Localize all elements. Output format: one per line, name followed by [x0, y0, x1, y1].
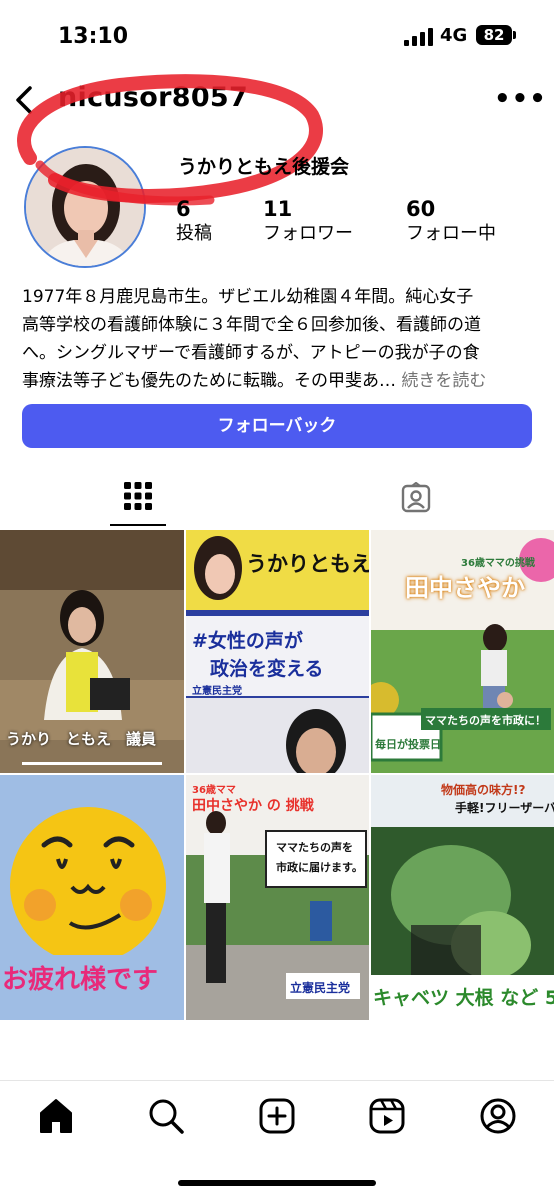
speech-bubble-text: 市政に届けます。: [276, 861, 363, 874]
posts-count[interactable]: 6 投稿: [176, 196, 212, 246]
post-headline: 物価高の味方!?: [441, 783, 526, 797]
post-tile[interactable]: うかりともえ #女性の声が 政治を変える 立憲民主党: [186, 530, 369, 773]
party-name: 立憲民主党: [192, 686, 242, 697]
search-icon[interactable]: [146, 1096, 186, 1136]
post-tagline: 36歳ママ: [192, 785, 236, 796]
follow-back-button[interactable]: フォローバック: [22, 404, 532, 448]
tagged-tab-icon[interactable]: [400, 482, 432, 514]
post-tile[interactable]: うかり ともえ 議員: [0, 530, 184, 773]
grid-tab-icon[interactable]: [124, 482, 152, 510]
candidate-name: 田中さやか: [405, 574, 525, 602]
bio-line: 高等学校の看護師体験に３年間で全６回参加後、看護師の道: [22, 315, 481, 335]
network-type: 4G: [440, 25, 468, 46]
candidate-name: 田中さやか の 挑戦: [192, 798, 314, 814]
post-banner: ママたちの声を市政に！: [425, 714, 546, 727]
party-name: 立憲民主党: [290, 981, 351, 995]
profile-icon[interactable]: [478, 1096, 518, 1136]
poster-slogan: #女性の声が: [192, 630, 303, 652]
stat-value: 11: [263, 197, 293, 221]
followers-count[interactable]: 11 フォロワー: [263, 196, 353, 246]
post-headline: 手軽!フリーザーバ: [455, 801, 554, 815]
battery-icon: 82: [476, 25, 512, 45]
post-tile[interactable]: お疲れ様です: [0, 775, 184, 1020]
post-tile[interactable]: 36歳ママ 田中さやか の 挑戦 ママたちの声を 市政に届けます。 立憲民主党: [186, 775, 369, 1020]
reels-icon[interactable]: [367, 1096, 407, 1136]
stat-value: 60: [406, 197, 436, 221]
stat-value: 6: [176, 197, 191, 221]
speech-bubble-text: ママたちの声を: [276, 841, 353, 854]
bio-read-more-link[interactable]: 続きを読む: [401, 371, 486, 391]
nav-divider: [0, 1080, 554, 1081]
vote-label: 毎日が投票日: [375, 738, 441, 751]
home-indicator: [178, 1180, 376, 1186]
bio-line: 1977年８月鹿児島市生。ザビエル幼稚園４年間。純心女子: [22, 287, 474, 307]
red-scribble-annotation: [17, 74, 323, 206]
profile-display-name: うかりともえ後援会: [178, 156, 350, 178]
post-caption: お疲れ様です: [2, 965, 159, 995]
post-caption: うかり ともえ 議員: [6, 730, 157, 748]
more-options-icon[interactable]: •••: [494, 84, 547, 114]
post-tile[interactable]: 36歳ママの挑戦 田中さやか ママたちの声を市政に！ 毎日が投票日: [371, 530, 554, 773]
stat-label: フォロー中: [406, 223, 496, 244]
battery-tip: [513, 31, 516, 39]
signal-icon: [404, 28, 433, 46]
poster-name: うかりともえ: [246, 552, 369, 576]
bio-line: へ。シングルマザーで看護師するが、アトピーの我が子の食: [22, 343, 480, 363]
bio-line: 事療法等子ども優先のために転職。その甲斐あ…: [22, 371, 396, 391]
following-count[interactable]: 60 フォロー中: [406, 196, 496, 246]
stat-label: フォロワー: [263, 223, 353, 244]
active-tab-indicator: [110, 524, 166, 526]
post-tile[interactable]: 物価高の味方!? 手軽!フリーザーバ キャベツ 大根 など 50種: [371, 775, 554, 1020]
profile-bio: 1977年８月鹿児島市生。ザビエル幼稚園４年間。純心女子 高等学校の看護師体験に…: [22, 283, 534, 395]
poster-slogan: 政治を変える: [210, 658, 324, 680]
stat-label: 投稿: [176, 223, 212, 244]
post-caption: キャベツ 大根 など 50種: [373, 987, 554, 1009]
create-post-icon[interactable]: [257, 1096, 297, 1136]
post-tagline: 36歳ママの挑戦: [461, 558, 535, 569]
home-icon[interactable]: [36, 1096, 76, 1136]
